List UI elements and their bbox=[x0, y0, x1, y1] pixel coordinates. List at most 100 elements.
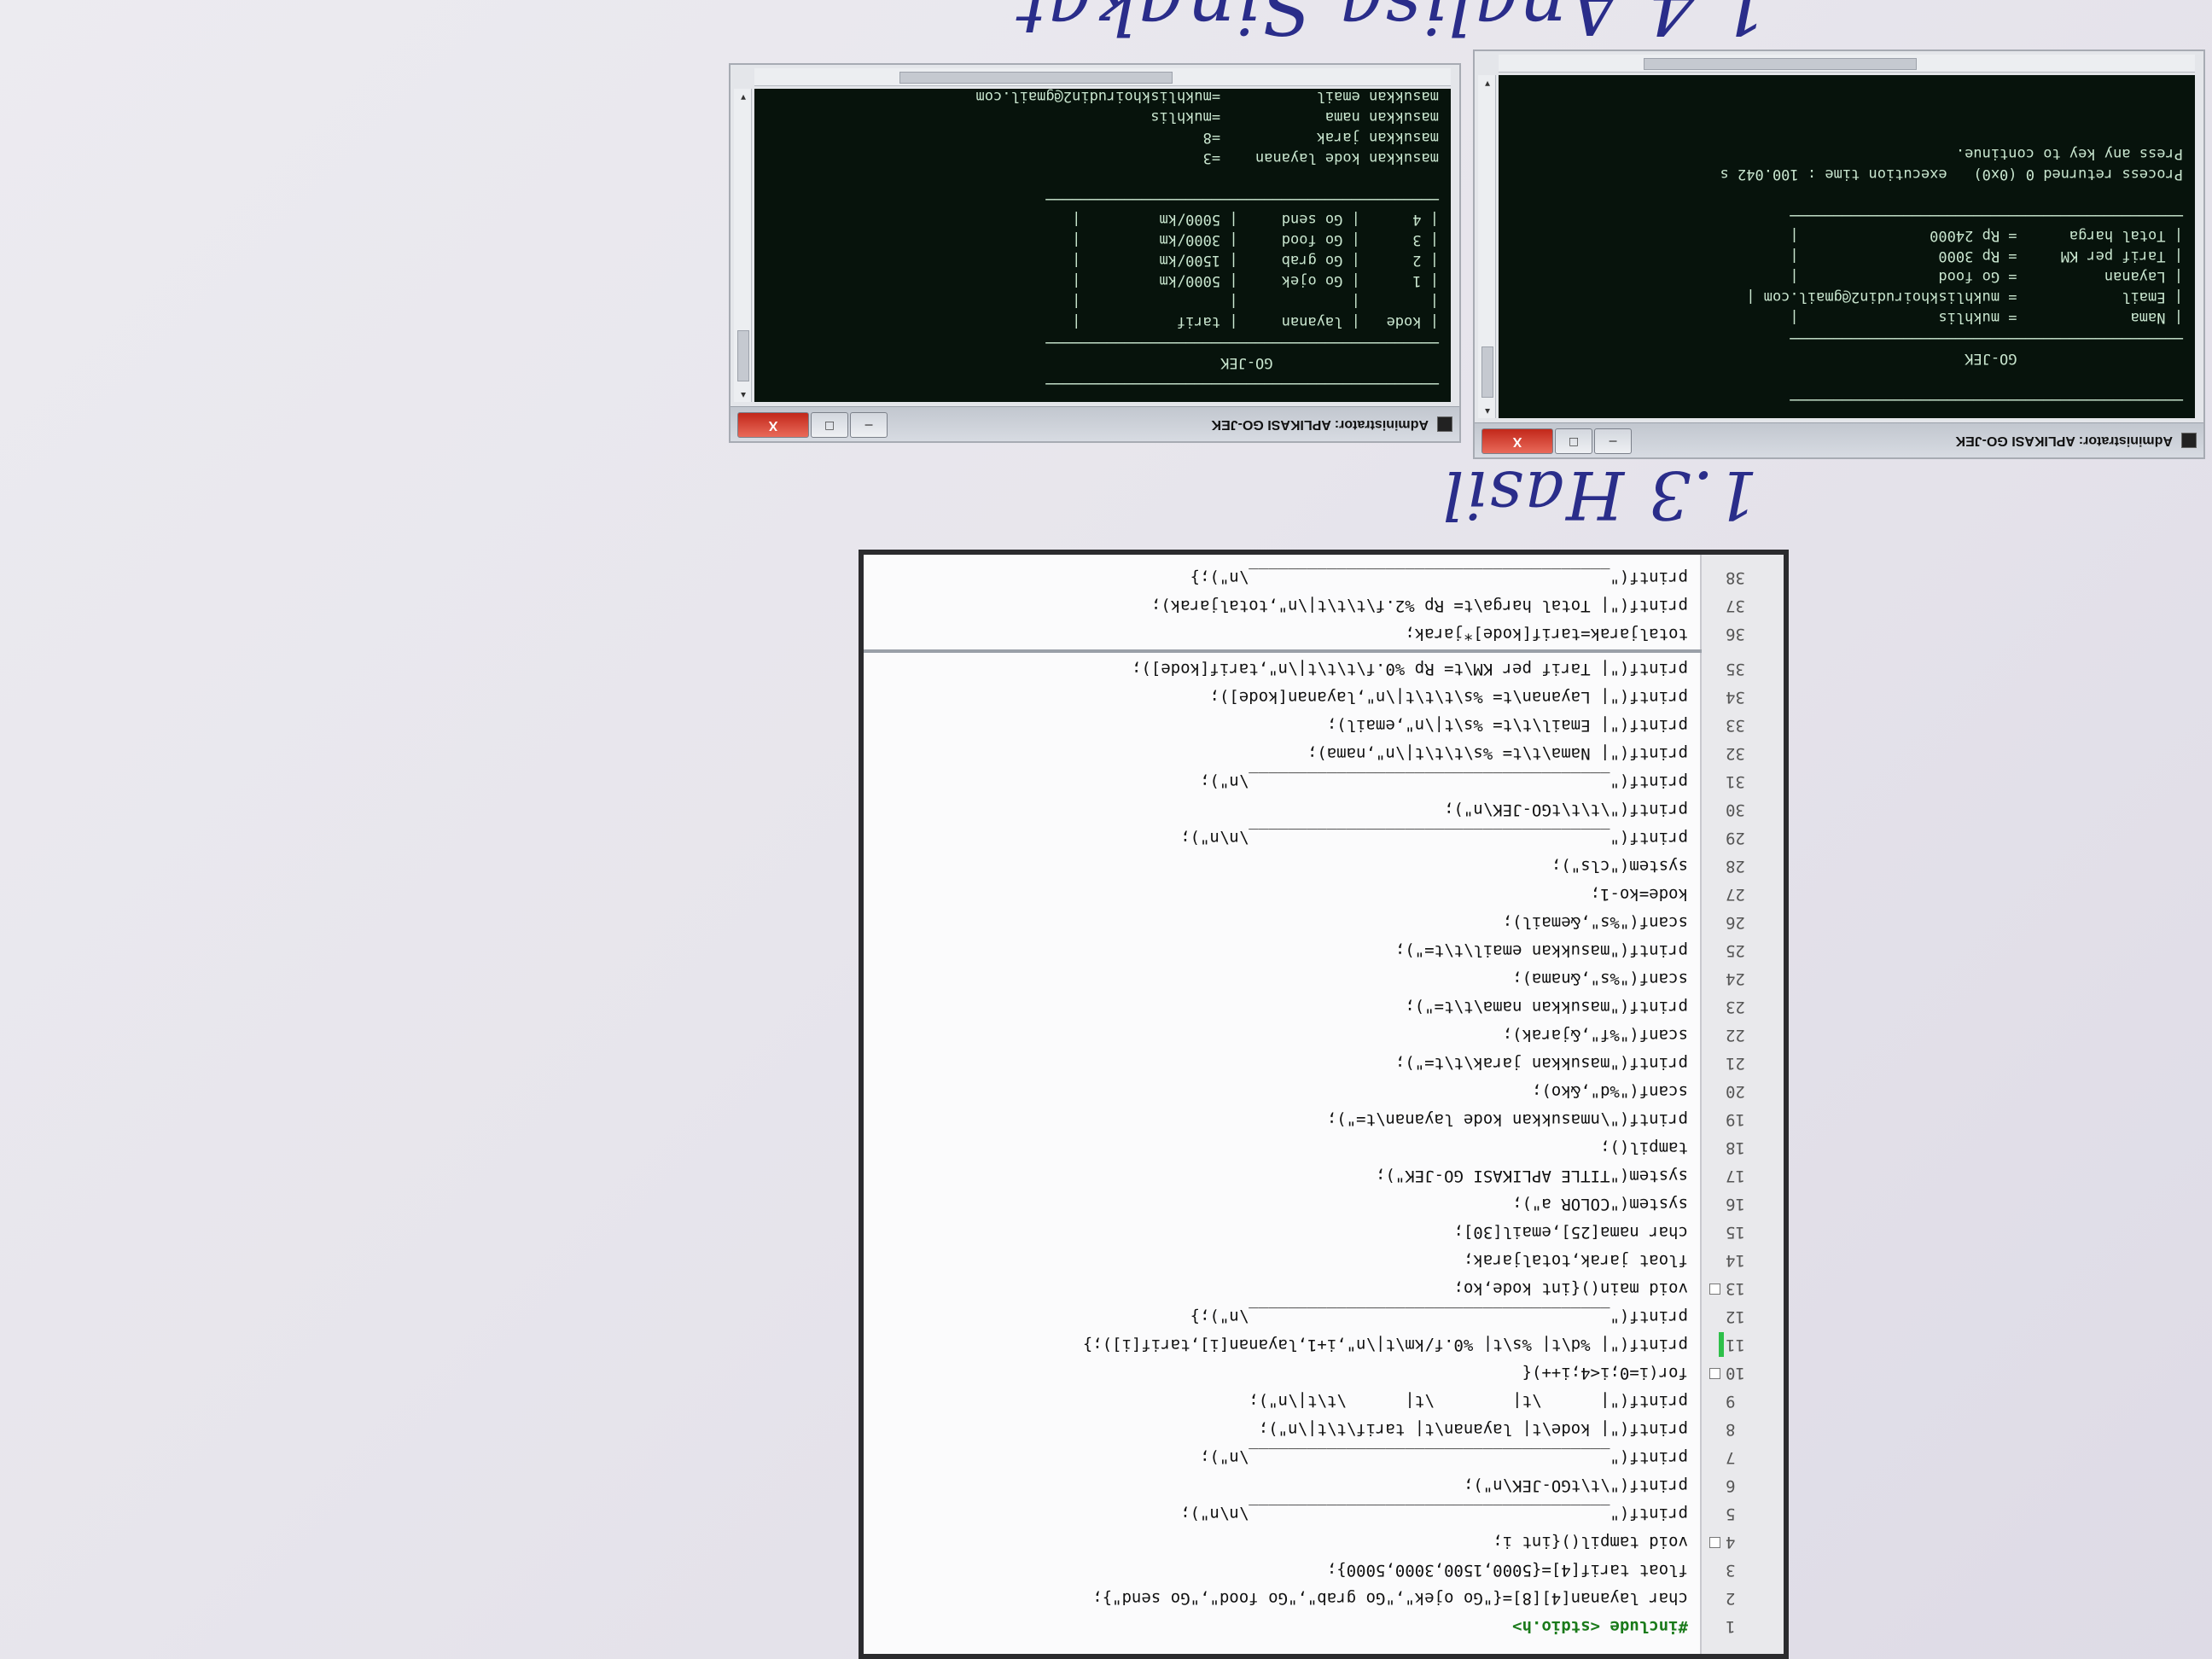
code-line[interactable]: 24 scanf("%s",&nama); bbox=[864, 964, 1784, 992]
code-line[interactable]: 28 system("cls"); bbox=[864, 852, 1784, 880]
scroll-thumb[interactable] bbox=[1643, 58, 1917, 70]
code-text[interactable]: system("COLOR a"); bbox=[1512, 1190, 1688, 1218]
code-editor[interactable]: 1 #include <stdio.h> 2 char layanan[4][8]={… bbox=[859, 550, 1789, 1659]
maximize-button[interactable]: □ bbox=[811, 412, 848, 438]
code-line[interactable]: 35 printf("| Tarif per KM\t= Rp %0.f\t\t\… bbox=[864, 655, 1784, 683]
code-text[interactable]: printf("________________________________… bbox=[1180, 824, 1688, 852]
code-line[interactable]: 36 totaljarak=tarif[kode]*jarak; bbox=[864, 620, 1784, 648]
code-line[interactable]: 17 system("TITLE APLIKASI GO-JEK"); bbox=[864, 1161, 1784, 1190]
code-line[interactable]: 37 printf("| Total harga\t= Rp %2.f\t\t\t… bbox=[864, 591, 1784, 620]
minimize-button[interactable]: – bbox=[1594, 428, 1632, 454]
code-line[interactable]: 9 printf("| \t| \t| \t\t|\n"); bbox=[864, 1387, 1784, 1415]
code-text[interactable]: printf("| Total harga\t= Rp %2.f\t\t\t|\… bbox=[1151, 591, 1688, 620]
code-line[interactable]: 38 printf("______________________________… bbox=[864, 563, 1784, 591]
scroll-thumb[interactable] bbox=[1481, 346, 1493, 398]
code-text[interactable]: printf("________________________________… bbox=[1200, 1443, 1688, 1471]
code-line[interactable]: 13 void main(){int kode,ko; bbox=[864, 1274, 1784, 1302]
console-window-output[interactable]: Administrator: APLIKASI GO-JEK – □ X ───… bbox=[1473, 49, 2205, 459]
fold-toggle-icon[interactable] bbox=[1709, 1368, 1720, 1379]
code-text[interactable]: printf("masukkan email\t\t="); bbox=[1395, 936, 1688, 964]
code-line[interactable]: 20 scanf("%d",&ko); bbox=[864, 1077, 1784, 1105]
code-line[interactable]: 21 printf("masukkan jarak\t\t="); bbox=[864, 1049, 1784, 1077]
code-text[interactable]: scanf("%s",&email); bbox=[1503, 908, 1688, 936]
scroll-down-icon[interactable]: ▼ bbox=[1481, 77, 1493, 89]
code-line[interactable]: 23 printf("masukkan nama\t\t="); bbox=[864, 992, 1784, 1021]
code-line[interactable]: 25 printf("masukkan email\t\t="); bbox=[864, 936, 1784, 964]
code-text[interactable]: printf("| Nama\t\t= %s\t\t\t|\n",nama); bbox=[1307, 739, 1688, 767]
window-titlebar[interactable]: Administrator: APLIKASI GO-JEK – □ X bbox=[1475, 422, 2203, 457]
fold-toggle-icon[interactable] bbox=[1709, 1284, 1720, 1295]
code-text[interactable]: printf("\t\t\tGO-JEK\n"); bbox=[1444, 795, 1688, 824]
code-line[interactable]: 34 printf("| Layanan\t= %s\t\t\t|\n",laya… bbox=[864, 683, 1784, 711]
code-line[interactable]: 12 printf("______________________________… bbox=[864, 1302, 1784, 1330]
code-text[interactable]: scanf("%d",&ko); bbox=[1532, 1077, 1688, 1105]
scroll-down-icon[interactable]: ▼ bbox=[737, 90, 749, 102]
code-text[interactable]: printf("| Tarif per KM\t= Rp %0.f\t\t\t|… bbox=[1132, 655, 1688, 683]
code-text[interactable]: printf("| \t| \t| \t\t|\n"); bbox=[1249, 1387, 1688, 1415]
code-text[interactable]: printf("________________________________… bbox=[1200, 767, 1688, 795]
code-line[interactable]: 19 printf("\nmasukkan kode layanan\t="); bbox=[864, 1105, 1784, 1133]
code-line[interactable]: 10 for(i=0;i<4;i++){ bbox=[864, 1359, 1784, 1387]
code-text[interactable]: tampil(); bbox=[1600, 1133, 1688, 1161]
horizontal-scrollbar[interactable] bbox=[754, 68, 1451, 86]
code-text[interactable]: printf("| Layanan\t= %s\t\t\t|\n",layana… bbox=[1209, 683, 1688, 711]
close-button[interactable]: X bbox=[1481, 428, 1553, 454]
code-line[interactable]: 33 printf("| Email\t\t= %s\t|\n",email); bbox=[864, 711, 1784, 739]
code-line[interactable]: 14 float jarak,totaljarak; bbox=[864, 1246, 1784, 1274]
code-text[interactable]: scanf("%s",&nama); bbox=[1512, 964, 1688, 992]
close-button[interactable]: X bbox=[737, 412, 809, 438]
code-text[interactable]: void tampil(){int i; bbox=[1493, 1528, 1688, 1556]
code-text[interactable]: printf("________________________________… bbox=[1180, 1499, 1688, 1528]
fold-toggle-icon[interactable] bbox=[1709, 1537, 1720, 1548]
console-window-input[interactable]: Administrator: APLIKASI GO-JEK – □ X ───… bbox=[729, 63, 1461, 443]
horizontal-scrollbar[interactable] bbox=[1499, 55, 2195, 73]
code-text[interactable]: printf("________________________________… bbox=[1190, 563, 1688, 591]
code-line[interactable]: 6 printf("\t\tGO-JEK\n"); bbox=[864, 1471, 1784, 1499]
code-text[interactable]: char nama[25],email[30]; bbox=[1453, 1218, 1688, 1246]
code-text[interactable]: printf("masukkan jarak\t\t="); bbox=[1395, 1049, 1688, 1077]
code-text[interactable]: totaljarak=tarif[kode]*jarak; bbox=[1405, 620, 1688, 648]
code-text[interactable]: printf("| Email\t\t= %s\t|\n",email); bbox=[1327, 711, 1688, 739]
code-text[interactable]: float tarif[4]={5000,1500,3000,5000}; bbox=[1327, 1556, 1688, 1584]
code-line[interactable]: 3 float tarif[4]={5000,1500,3000,5000}; bbox=[864, 1556, 1784, 1584]
scroll-up-icon[interactable]: ▲ bbox=[1481, 405, 1493, 416]
code-line[interactable]: 29 printf("______________________________… bbox=[864, 824, 1784, 852]
code-line[interactable]: 16 system("COLOR a"); bbox=[864, 1190, 1784, 1218]
code-line[interactable]: 18 tampil(); bbox=[864, 1133, 1784, 1161]
code-text[interactable]: printf("\t\tGO-JEK\n"); bbox=[1464, 1471, 1688, 1499]
code-line[interactable]: 5 printf("_______________________________… bbox=[864, 1499, 1784, 1528]
code-text[interactable]: scanf("%f",&jarak); bbox=[1503, 1021, 1688, 1049]
code-line[interactable]: 30 printf("\t\t\tGO-JEK\n"); bbox=[864, 795, 1784, 824]
scroll-up-icon[interactable]: ▲ bbox=[737, 388, 749, 400]
window-titlebar[interactable]: Administrator: APLIKASI GO-JEK – □ X bbox=[731, 406, 1459, 441]
code-line[interactable]: 32 printf("| Nama\t\t= %s\t\t\t|\n",nama)… bbox=[864, 739, 1784, 767]
code-line[interactable]: 11 printf("| %d\t| %s\t| %0.f/km\t|\n",i+… bbox=[864, 1330, 1784, 1359]
code-line[interactable]: 7 printf("_______________________________… bbox=[864, 1443, 1784, 1471]
scroll-thumb[interactable] bbox=[899, 72, 1173, 84]
scroll-thumb[interactable] bbox=[737, 330, 749, 381]
code-line[interactable]: 27 kode=ko-1; bbox=[864, 880, 1784, 908]
code-text[interactable]: printf("| kode\t| layanan\t| tarif\t\t|\… bbox=[1259, 1415, 1688, 1443]
code-text[interactable]: float jarak,totaljarak; bbox=[1464, 1246, 1688, 1274]
code-line[interactable]: 15 char nama[25],email[30]; bbox=[864, 1218, 1784, 1246]
code-line[interactable]: 22 scanf("%f",&jarak); bbox=[864, 1021, 1784, 1049]
code-text[interactable]: for(i=0;i<4;i++){ bbox=[1522, 1359, 1688, 1387]
code-text[interactable]: printf("________________________________… bbox=[1190, 1302, 1688, 1330]
code-text[interactable]: system("TITLE APLIKASI GO-JEK"); bbox=[1376, 1161, 1688, 1190]
code-line[interactable]: 8 printf("| kode\t| layanan\t| tarif\t\t|… bbox=[864, 1415, 1784, 1443]
code-text[interactable]: system("cls"); bbox=[1551, 852, 1688, 880]
maximize-button[interactable]: □ bbox=[1555, 428, 1592, 454]
code-text[interactable]: printf("masukkan nama\t\t="); bbox=[1405, 992, 1688, 1021]
code-text[interactable]: printf("| %d\t| %s\t| %0.f/km\t|\n",i+1,… bbox=[1083, 1330, 1688, 1359]
code-text[interactable]: kode=ko-1; bbox=[1591, 880, 1688, 908]
code-line[interactable]: 2 char layanan[4][8]={"Go ojek","Go grab"… bbox=[864, 1584, 1784, 1612]
code-text[interactable]: char layanan[4][8]={"Go ojek","Go grab",… bbox=[1092, 1584, 1688, 1612]
minimize-button[interactable]: – bbox=[850, 412, 888, 438]
code-text[interactable]: void main(){int kode,ko; bbox=[1453, 1274, 1688, 1302]
code-line[interactable]: 31 printf("______________________________… bbox=[864, 767, 1784, 795]
code-line[interactable]: 1 #include <stdio.h> bbox=[864, 1612, 1784, 1640]
vertical-scrollbar[interactable]: ▲ ▼ bbox=[734, 89, 752, 402]
code-text[interactable]: #include <stdio.h> bbox=[1512, 1612, 1688, 1640]
vertical-scrollbar[interactable]: ▲ ▼ bbox=[1478, 75, 1496, 418]
code-text[interactable]: printf("\nmasukkan kode layanan\t="); bbox=[1327, 1105, 1688, 1133]
